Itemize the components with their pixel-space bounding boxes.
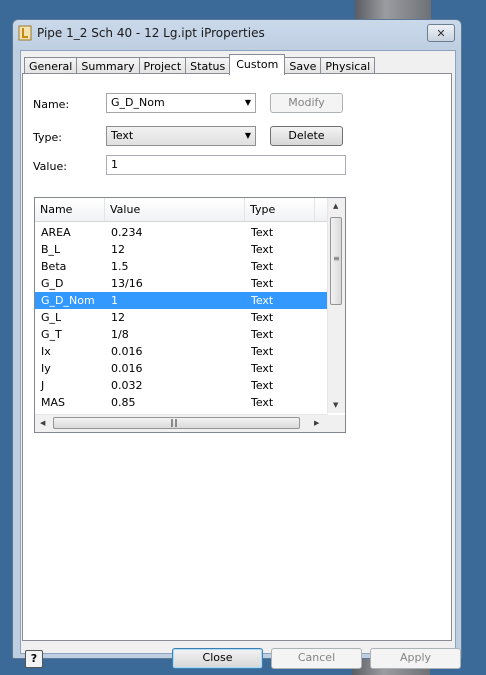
- cell-type: Text: [251, 379, 274, 392]
- list-rows: AREA 0.234 Text B_L 12 Text Beta 1.5 Text G_D 13/1…: [35, 224, 328, 411]
- apply-button[interactable]: Apply: [370, 648, 461, 669]
- cell-name: G_D_Nom: [41, 294, 95, 307]
- table-row[interactable]: B_L 12 Text: [35, 241, 328, 258]
- name-combobox[interactable]: G_D_Nom ▼: [106, 93, 256, 113]
- delete-button[interactable]: Delete: [270, 126, 343, 146]
- table-row[interactable]: Iy 0.016 Text: [35, 360, 328, 377]
- table-row[interactable]: G_L 12 Text: [35, 309, 328, 326]
- tab-custom[interactable]: Custom: [229, 54, 286, 75]
- table-row[interactable]: J 0.032 Text: [35, 377, 328, 394]
- custom-tab-panel: Name: G_D_Nom ▼ Modify Type: Text ▼ Dele…: [22, 73, 452, 641]
- grip-icon: ≡: [333, 254, 340, 263]
- cancel-button[interactable]: Cancel: [271, 648, 362, 669]
- table-row[interactable]: G_T 1/8 Text: [35, 326, 328, 343]
- tab-general[interactable]: General: [24, 57, 78, 74]
- cell-type: Text: [251, 396, 274, 409]
- value-label: Value:: [33, 160, 67, 173]
- close-button[interactable]: Close: [172, 648, 263, 669]
- dialog-client-area: General Summary Project Status Custom Sa…: [20, 50, 461, 669]
- vertical-scroll-thumb[interactable]: ≡: [330, 217, 342, 305]
- cell-value: 0.85: [111, 396, 136, 409]
- cell-type: Text: [251, 362, 274, 375]
- cell-name: G_D: [41, 277, 64, 290]
- table-row[interactable]: Ix 0.016 Text: [35, 343, 328, 360]
- chevron-down-icon[interactable]: ▼: [245, 127, 251, 145]
- table-row[interactable]: G_D_Nom 1 Text: [35, 292, 328, 309]
- scroll-right-icon[interactable]: ▶: [314, 419, 319, 427]
- cell-name: G_T: [41, 328, 62, 341]
- type-value: Text: [111, 129, 134, 142]
- cell-type: Text: [251, 226, 274, 239]
- cell-type: Text: [251, 243, 274, 256]
- scroll-left-icon[interactable]: ◀: [40, 419, 45, 427]
- tab-status[interactable]: Status: [185, 57, 231, 74]
- iproperties-dialog: Pipe 1_2 Sch 40 - 12 Lg.ipt iProperties …: [12, 19, 462, 669]
- scroll-down-icon[interactable]: ▼: [333, 401, 338, 409]
- cell-value: 0.016: [111, 362, 143, 375]
- close-icon: ✕: [436, 26, 446, 40]
- cell-name: Beta: [41, 260, 67, 273]
- close-window-button[interactable]: ✕: [427, 24, 455, 42]
- cell-name: MAS: [41, 396, 65, 409]
- cell-type: Text: [251, 294, 274, 307]
- tab-save[interactable]: Save: [284, 57, 322, 74]
- inventor-app-icon: [18, 25, 32, 41]
- column-header-type[interactable]: Type: [245, 198, 315, 221]
- cell-type: Text: [251, 260, 274, 273]
- help-button[interactable]: ?: [25, 650, 43, 668]
- vertical-scrollbar[interactable]: ▲ ≡ ▼: [327, 198, 345, 413]
- tab-strip: General Summary Project Status Custom Sa…: [24, 54, 376, 75]
- tab-project[interactable]: Project: [138, 57, 187, 74]
- cell-name: AREA: [41, 226, 71, 239]
- grip-icon: ‖‖: [170, 418, 178, 427]
- cell-value: 1: [111, 294, 118, 307]
- type-label: Type:: [33, 131, 62, 144]
- cell-type: Text: [251, 277, 274, 290]
- cell-name: J: [41, 379, 45, 392]
- cell-value: 0.032: [111, 379, 143, 392]
- cell-type: Text: [251, 345, 274, 358]
- cell-name: B_L: [41, 243, 61, 256]
- cell-name: Iy: [41, 362, 51, 375]
- horizontal-scrollbar[interactable]: ◀ ‖‖ ▶: [35, 414, 328, 432]
- title-bar[interactable]: Pipe 1_2 Sch 40 - 12 Lg.ipt iProperties …: [13, 20, 461, 46]
- cell-name: Ix: [41, 345, 51, 358]
- cell-value: 12: [111, 311, 125, 324]
- tab-physical[interactable]: Physical: [320, 57, 376, 74]
- custom-properties-list[interactable]: Name Value Type AREA 0.234 Text B_L 12 Text Be…: [34, 197, 346, 433]
- cell-name: G_L: [41, 311, 62, 324]
- tab-summary[interactable]: Summary: [76, 57, 140, 74]
- column-header-name[interactable]: Name: [35, 198, 105, 221]
- horizontal-scroll-thumb[interactable]: ‖‖: [53, 417, 300, 429]
- cell-value: 0.234: [111, 226, 143, 239]
- name-value: G_D_Nom: [111, 96, 165, 109]
- cell-type: Text: [251, 328, 274, 341]
- column-header-value[interactable]: Value: [105, 198, 245, 221]
- value-field[interactable]: 1: [106, 155, 346, 175]
- cell-value: 12: [111, 243, 125, 256]
- table-row[interactable]: MAS 0.85 Text: [35, 394, 328, 411]
- table-row[interactable]: G_D 13/16 Text: [35, 275, 328, 292]
- scrollbar-corner: [328, 415, 345, 432]
- cell-type: Text: [251, 311, 274, 324]
- table-row[interactable]: Beta 1.5 Text: [35, 258, 328, 275]
- cell-value: 13/16: [111, 277, 143, 290]
- modify-button[interactable]: Modify: [270, 93, 343, 113]
- table-row[interactable]: AREA 0.234 Text: [35, 224, 328, 241]
- cell-value: 0.016: [111, 345, 143, 358]
- name-label: Name:: [33, 98, 70, 111]
- scroll-up-icon[interactable]: ▲: [333, 202, 338, 210]
- list-header: Name Value Type: [35, 198, 328, 222]
- cell-value: 1/8: [111, 328, 129, 341]
- window-title: Pipe 1_2 Sch 40 - 12 Lg.ipt iProperties: [37, 26, 265, 40]
- chevron-down-icon[interactable]: ▼: [245, 94, 251, 112]
- cell-value: 1.5: [111, 260, 129, 273]
- type-combobox[interactable]: Text ▼: [106, 126, 256, 146]
